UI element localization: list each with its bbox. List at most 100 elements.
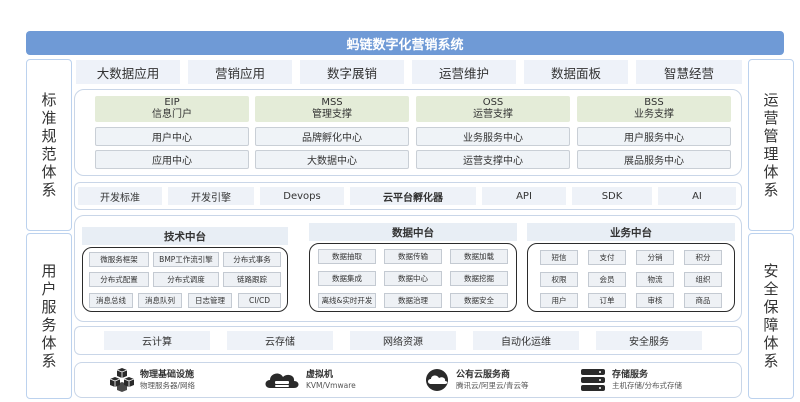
- support-head-subtitle: 业务支撑: [634, 109, 674, 120]
- platform-head-data: 数据中台: [309, 223, 517, 241]
- support-item: 展品服务中心: [577, 150, 731, 169]
- app-item: 数据面板: [524, 60, 628, 84]
- bottom-item-public-cloud: 公有云服务商 腾讯云/阿里云/青云等: [422, 368, 529, 392]
- support-head: MSS 管理支撑: [255, 96, 409, 122]
- bottom-item-subtitle: 物理服务器/网络: [140, 380, 196, 390]
- platform-chip: 消息队列: [138, 293, 182, 308]
- support-head-title: OSS: [482, 97, 504, 108]
- bottom-item-subtitle: 腾讯云/阿里云/青云等: [456, 380, 529, 390]
- right-column-bottom: 安全保障体系: [748, 233, 794, 399]
- support-head: EIP 信息门户: [95, 96, 249, 122]
- cloud-bar-item: 云平台孵化器: [350, 187, 476, 205]
- support-head: BSS 业务支撑: [577, 96, 731, 122]
- support-item: 品牌孵化中心: [255, 127, 409, 146]
- cloud-bar-item: Devops: [260, 187, 344, 205]
- cloud-bar-item: 开发标准: [78, 187, 162, 205]
- cubes-icon: [109, 368, 135, 392]
- platform-data-frame: 数据抽取 数据传输 数据加载 数据集成 数据中心 数据挖掘 离线&实时开发 数据…: [309, 243, 517, 312]
- platform-head-tech: 技术中台: [82, 227, 288, 245]
- platform-chip: BMP工作流引擎: [153, 252, 219, 267]
- platform-chip: 数据挖掘: [450, 271, 508, 286]
- platform-chip: 链路跟踪: [223, 272, 281, 287]
- support-item: 业务服务中心: [416, 127, 570, 146]
- support-head-subtitle: 运营支撑: [473, 109, 513, 120]
- support-columns: EIP 信息门户 用户中心 应用中心 MSS 管理支撑 品牌孵化中心 大数据中心…: [95, 96, 740, 174]
- platform-chip: 离线&实时开发: [318, 293, 376, 308]
- support-item: 用户服务中心: [577, 127, 731, 146]
- platform-chip: 数据集成: [318, 271, 376, 286]
- bottom-item-storage: 存储服务 主机存储/分布式存储: [578, 368, 682, 392]
- bottom-item-title: 存储服务: [612, 369, 649, 380]
- platform-chip: 积分: [684, 250, 722, 265]
- system-title: 蚂链数字化营销系统: [346, 37, 464, 53]
- platform-chip: 日志管理: [188, 293, 232, 308]
- bottom-item-title: 物理基础设施: [140, 369, 195, 380]
- platform-chip: 会员: [588, 272, 626, 287]
- bottom-item-vm: 虚拟机 KVM/Vmware: [262, 368, 356, 392]
- app-item: 数字展销: [300, 60, 404, 84]
- platform-head-business: 业务中台: [527, 223, 735, 241]
- platform-title: 业务中台: [610, 226, 652, 239]
- infra-bar-item: 云存储: [227, 331, 333, 350]
- app-item: 运营维护: [412, 60, 516, 84]
- platform-chip: CI/CD: [238, 293, 281, 308]
- support-head-title: EIP: [164, 97, 180, 108]
- app-item: 智慧经营: [636, 60, 742, 84]
- user-service-system: 用户服务体系: [41, 262, 57, 370]
- bottom-item-physical: 物理基础设施 物理服务器/网络: [108, 368, 195, 392]
- platform-title: 技术中台: [164, 230, 206, 243]
- platform-chip: 数据抽取: [318, 249, 376, 264]
- support-head-title: MSS: [321, 97, 343, 108]
- platform-chip: 数据传输: [384, 249, 442, 264]
- platform-chip: 数据中心: [384, 271, 442, 286]
- support-head: OSS 运营支撑: [416, 96, 570, 122]
- cloud-bar-items: 开发标准 开发引擎 Devops 云平台孵化器 API SDK AI: [78, 187, 738, 205]
- infra-bar-item: 云计算: [104, 331, 210, 350]
- support-head-title: BSS: [644, 97, 664, 108]
- bottom-item-subtitle: KVM/Vmware: [306, 380, 356, 390]
- bottom-item-title: 虚拟机: [306, 369, 334, 380]
- standard-spec-system: 标准规范体系: [41, 91, 57, 199]
- cloud-bar-item: 开发引擎: [168, 187, 254, 205]
- platform-chip: 分布式调度: [153, 272, 219, 287]
- cloud-server-icon: [265, 373, 299, 388]
- platform-chip: 分销: [636, 250, 674, 265]
- platform-chip: 消息总线: [89, 293, 133, 308]
- platform-chip: 用户: [540, 293, 578, 308]
- infra-bar-item: 安全服务: [596, 331, 702, 350]
- platform-chip: 权限: [540, 272, 578, 287]
- platform-chip: 组织: [684, 272, 722, 287]
- cloud-bar-item: API: [482, 187, 566, 205]
- platform-title: 数据中台: [392, 226, 434, 239]
- support-item: 运营支撑中心: [416, 150, 570, 169]
- platform-tech-frame: 微服务框架 BMP工作流引擎 分布式事务 分布式配置 分布式调度 链路跟踪 消息…: [82, 247, 288, 312]
- support-head-subtitle: 管理支撑: [312, 109, 352, 120]
- left-column-bottom: 用户服务体系: [26, 233, 72, 399]
- platform-chip: 商品: [684, 293, 722, 308]
- platform-chip: 分布式事务: [223, 252, 281, 267]
- security-guarantee-system: 安全保障体系: [763, 262, 779, 370]
- app-item: 大数据应用: [76, 60, 180, 84]
- platform-chip: 微服务框架: [89, 252, 149, 267]
- cloud-icon: [426, 369, 448, 391]
- platform-chip: 数据加载: [450, 249, 508, 264]
- app-item: 营销应用: [188, 60, 292, 84]
- apps-row: 大数据应用 营销应用 数字展销 运营维护 数据面板 智慧经营: [76, 60, 742, 86]
- platform-chip: 物流: [636, 272, 674, 287]
- platform-chip: 数据治理: [384, 293, 442, 308]
- operation-management-system: 运营管理体系: [763, 91, 779, 199]
- platform-business-frame: 短信 支付 分销 积分 权限 会员 物流 组织 用户 订单 审核 商品: [527, 243, 735, 312]
- platform-chip: 支付: [588, 250, 626, 265]
- bottom-item-subtitle: 主机存储/分布式存储: [612, 380, 683, 390]
- platform-chip: 分布式配置: [89, 272, 149, 287]
- infra-bar-items: 云计算 云存储 网络资源 自动化运维 安全服务: [104, 331, 718, 350]
- database-icon: [581, 369, 605, 391]
- platform-chip: 短信: [540, 250, 578, 265]
- left-column-top: 标准规范体系: [26, 59, 72, 231]
- platform-chip: 审核: [636, 293, 674, 308]
- platform-chip: 订单: [588, 293, 626, 308]
- support-head-subtitle: 信息门户: [152, 109, 192, 120]
- infra-bar-item: 网络资源: [350, 331, 456, 350]
- platform-chip: 数据安全: [450, 293, 508, 308]
- support-item: 大数据中心: [255, 150, 409, 169]
